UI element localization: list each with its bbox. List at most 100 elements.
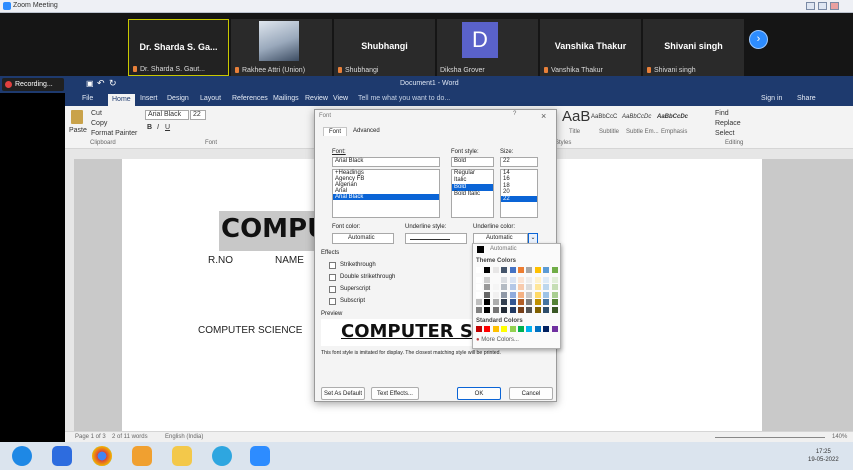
color-swatch[interactable] (526, 326, 533, 332)
color-swatch[interactable] (534, 326, 541, 332)
underline-button[interactable]: U (165, 124, 170, 131)
color-swatch[interactable] (484, 307, 491, 313)
style-subtle-sample[interactable]: AaBbCcDc (622, 114, 651, 120)
color-swatch[interactable] (476, 326, 482, 332)
underline-style-select[interactable] (405, 233, 467, 244)
language-indicator[interactable]: English (India) (165, 434, 203, 440)
checkbox[interactable] (329, 286, 336, 293)
color-swatch[interactable] (509, 291, 516, 298)
color-swatch[interactable] (509, 267, 516, 273)
color-swatch[interactable] (551, 284, 558, 291)
color-swatch[interactable] (501, 276, 508, 283)
set-as-default-button[interactable]: Set As Default (321, 387, 365, 400)
color-swatch[interactable] (518, 267, 524, 273)
tab-view[interactable]: View (333, 95, 348, 102)
participant-tile[interactable]: Shubhangi Shubhangi (334, 19, 435, 76)
maximize-button[interactable] (818, 2, 827, 10)
list-item[interactable]: Regular (452, 170, 493, 177)
color-swatch[interactable] (526, 284, 533, 291)
tab-references[interactable]: References (232, 95, 268, 102)
color-swatch[interactable] (551, 326, 558, 332)
chrome-icon[interactable] (92, 446, 112, 466)
next-page-arrow-icon[interactable]: › (749, 30, 768, 49)
zoom-taskbar-icon[interactable] (250, 446, 270, 466)
color-swatch[interactable] (492, 284, 499, 291)
color-swatch[interactable] (534, 291, 541, 298)
participant-tile[interactable]: Rakhee Attri (Union) (231, 19, 332, 76)
font-color-select[interactable]: Automatic (332, 233, 394, 244)
color-swatch[interactable] (526, 291, 533, 298)
vlc-icon[interactable] (132, 446, 152, 466)
color-swatch[interactable] (484, 291, 491, 298)
color-swatch[interactable] (501, 267, 508, 273)
tell-me-box[interactable]: Tell me what you want to do... (358, 95, 450, 102)
color-swatch[interactable] (484, 326, 491, 332)
color-swatch[interactable] (518, 276, 524, 283)
list-item-selected[interactable]: Bold (452, 184, 493, 191)
ok-button[interactable]: OK (457, 387, 501, 400)
color-swatch[interactable] (509, 307, 516, 313)
copy-button[interactable]: Copy (91, 120, 107, 127)
participant-tile[interactable]: D Diksha Grover (437, 19, 538, 76)
color-swatch[interactable] (526, 276, 533, 283)
standard-color-row[interactable] (476, 326, 560, 333)
tab-review[interactable]: Review (305, 95, 328, 102)
color-swatch[interactable] (484, 276, 491, 283)
color-swatch[interactable] (492, 267, 499, 273)
help-icon[interactable]: ? (513, 111, 516, 117)
color-swatch[interactable] (551, 267, 558, 273)
style-subtitle-sample[interactable]: AaBbCcC (591, 114, 617, 120)
undo-icon[interactable]: ↶ (97, 78, 105, 89)
color-swatch[interactable] (476, 307, 482, 313)
replace-button[interactable]: Replace (715, 120, 741, 127)
start-icon[interactable] (12, 446, 32, 466)
redo-icon[interactable]: ↻ (109, 78, 117, 89)
search-icon[interactable] (52, 446, 72, 466)
participant-tile[interactable]: Shivani singh Shivani singh (643, 19, 744, 76)
paste-button[interactable]: Paste (69, 127, 87, 134)
dialog-close-icon[interactable]: × (541, 111, 546, 121)
recording-indicator[interactable]: Recording... (2, 78, 64, 91)
checkbox[interactable] (329, 298, 336, 305)
cancel-button[interactable]: Cancel (509, 387, 553, 400)
color-swatch[interactable] (501, 284, 508, 291)
sign-in-link[interactable]: Sign in (761, 95, 782, 102)
automatic-color-option[interactable]: Automatic (476, 245, 559, 254)
color-swatch[interactable] (501, 299, 508, 306)
color-swatch[interactable] (543, 291, 550, 298)
color-swatch[interactable] (492, 307, 499, 313)
color-swatch[interactable] (484, 299, 491, 306)
color-swatch[interactable] (551, 299, 558, 306)
color-swatch[interactable] (534, 267, 541, 273)
list-item[interactable]: Italic (452, 177, 493, 184)
minimize-button[interactable] (806, 2, 815, 10)
color-swatch[interactable] (501, 307, 508, 313)
color-swatch[interactable] (543, 267, 550, 273)
color-swatch[interactable] (501, 291, 508, 298)
tab-advanced[interactable]: Advanced (353, 128, 380, 134)
color-swatch[interactable] (476, 299, 482, 306)
color-swatch[interactable] (492, 291, 499, 298)
font-style-input[interactable]: Bold (451, 157, 494, 167)
italic-button[interactable]: I (157, 124, 159, 131)
font-name-box[interactable]: Arial Black (145, 110, 189, 120)
share-button[interactable]: Share (797, 95, 816, 102)
color-swatch[interactable] (476, 276, 482, 283)
save-icon[interactable]: ▣ (86, 79, 94, 88)
color-swatch[interactable] (492, 276, 499, 283)
color-swatch[interactable] (518, 291, 524, 298)
tab-home[interactable]: Home (108, 94, 135, 106)
color-swatch[interactable] (543, 276, 550, 283)
color-swatch[interactable] (543, 284, 550, 291)
zoom-slider[interactable] (715, 437, 825, 438)
color-swatch[interactable] (526, 299, 533, 306)
color-swatch[interactable] (543, 299, 550, 306)
color-swatch[interactable] (476, 284, 482, 291)
color-swatch[interactable] (484, 267, 491, 273)
style-title-sample[interactable]: AaB (562, 108, 590, 125)
list-item[interactable]: Bold Italic (452, 191, 493, 198)
file-explorer-icon[interactable] (172, 446, 192, 466)
bold-button[interactable]: B (147, 124, 152, 131)
color-swatch[interactable] (501, 326, 508, 332)
style-emphasis-sample[interactable]: AaBbCcDc (657, 114, 688, 120)
